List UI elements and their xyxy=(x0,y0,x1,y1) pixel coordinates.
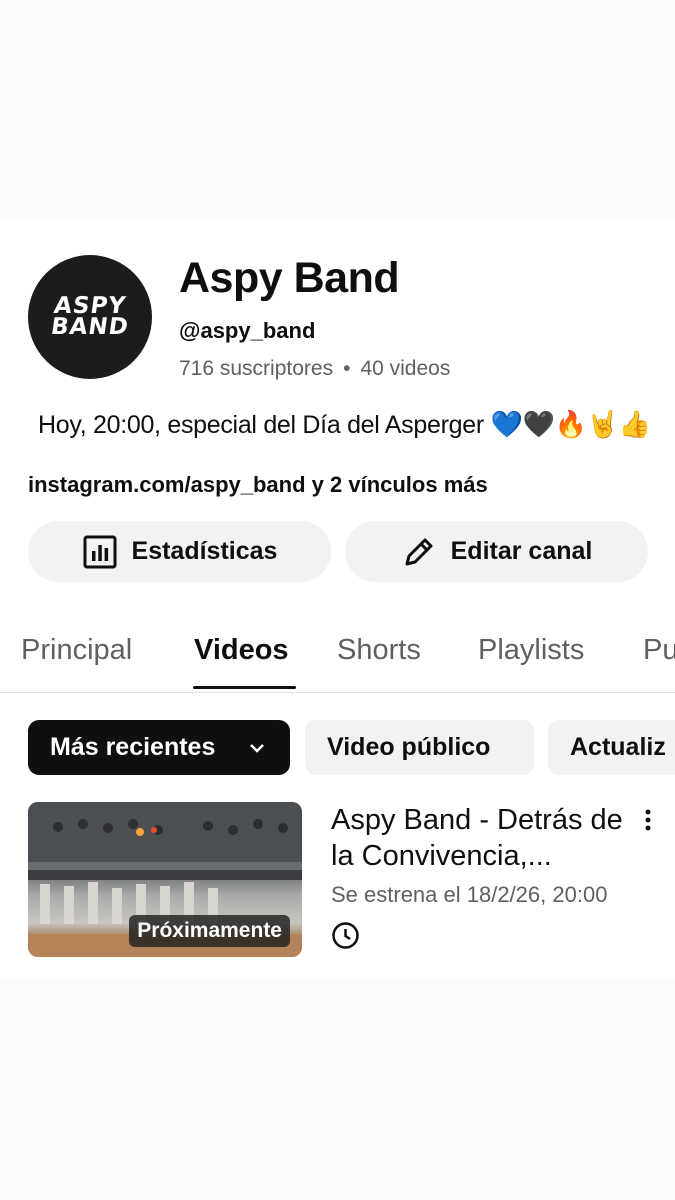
video-title[interactable]: Aspy Band - Detrás de la Convivencia,... xyxy=(331,802,631,874)
edit-channel-button[interactable]: Editar canal xyxy=(345,521,648,582)
video-thumbnail[interactable]: Próximamente xyxy=(28,802,302,957)
chevron-down-icon xyxy=(250,743,264,753)
updated-chip[interactable]: Actualiz xyxy=(548,720,675,775)
channel-handle: @aspy_band xyxy=(179,318,316,343)
subscriber-count: 716 suscriptores xyxy=(179,357,334,380)
channel-links[interactable]: instagram.com/aspy_band y 2 vínculos más xyxy=(28,472,488,498)
video-premiere-date: Se estrena el 18/2/26, 20:00 xyxy=(331,882,608,907)
tab-principal[interactable]: Principal xyxy=(21,634,132,667)
active-tab-indicator xyxy=(193,686,296,689)
channel-tabs: Principal Videos Shorts Playlists Pu xyxy=(0,628,675,693)
channel-stats: 716 suscriptores • 40 videos xyxy=(179,357,450,381)
avatar-text-2: BAND xyxy=(49,314,131,340)
sort-chip-label: Más recientes xyxy=(50,733,216,761)
upcoming-badge: Próximamente xyxy=(129,915,290,947)
top-blank-area xyxy=(0,0,675,218)
description-emojis: 💙🖤🔥🤘👍 xyxy=(490,410,652,440)
video-count: 40 videos xyxy=(360,357,451,380)
pencil-icon xyxy=(405,538,433,565)
more-vertical-icon[interactable] xyxy=(636,806,660,836)
tab-posts[interactable]: Pu xyxy=(643,634,675,667)
channel-description[interactable]: Hoy, 20:00, especial del Día del Asperge… xyxy=(38,410,651,440)
public-video-chip[interactable]: Video público xyxy=(305,720,534,775)
clock-icon[interactable] xyxy=(331,921,360,950)
edit-button-label: Editar canal xyxy=(450,537,593,565)
channel-name: Aspy Band xyxy=(179,254,400,302)
stats-separator: • xyxy=(343,357,351,380)
bar-chart-icon xyxy=(83,535,117,568)
tab-shorts[interactable]: Shorts xyxy=(337,634,421,667)
stats-button[interactable]: Estadísticas xyxy=(28,521,331,582)
channel-avatar[interactable]: ASPY BAND xyxy=(28,255,152,379)
tab-videos[interactable]: Videos xyxy=(194,634,289,667)
tab-playlists[interactable]: Playlists xyxy=(478,634,584,667)
stats-button-label: Estadísticas xyxy=(131,537,278,565)
description-text: Hoy, 20:00, especial del Día del Asperge… xyxy=(38,411,484,439)
sort-chip[interactable]: Más recientes xyxy=(28,720,290,775)
filter-chips: Más recientes Video público Actualiz xyxy=(0,700,675,800)
